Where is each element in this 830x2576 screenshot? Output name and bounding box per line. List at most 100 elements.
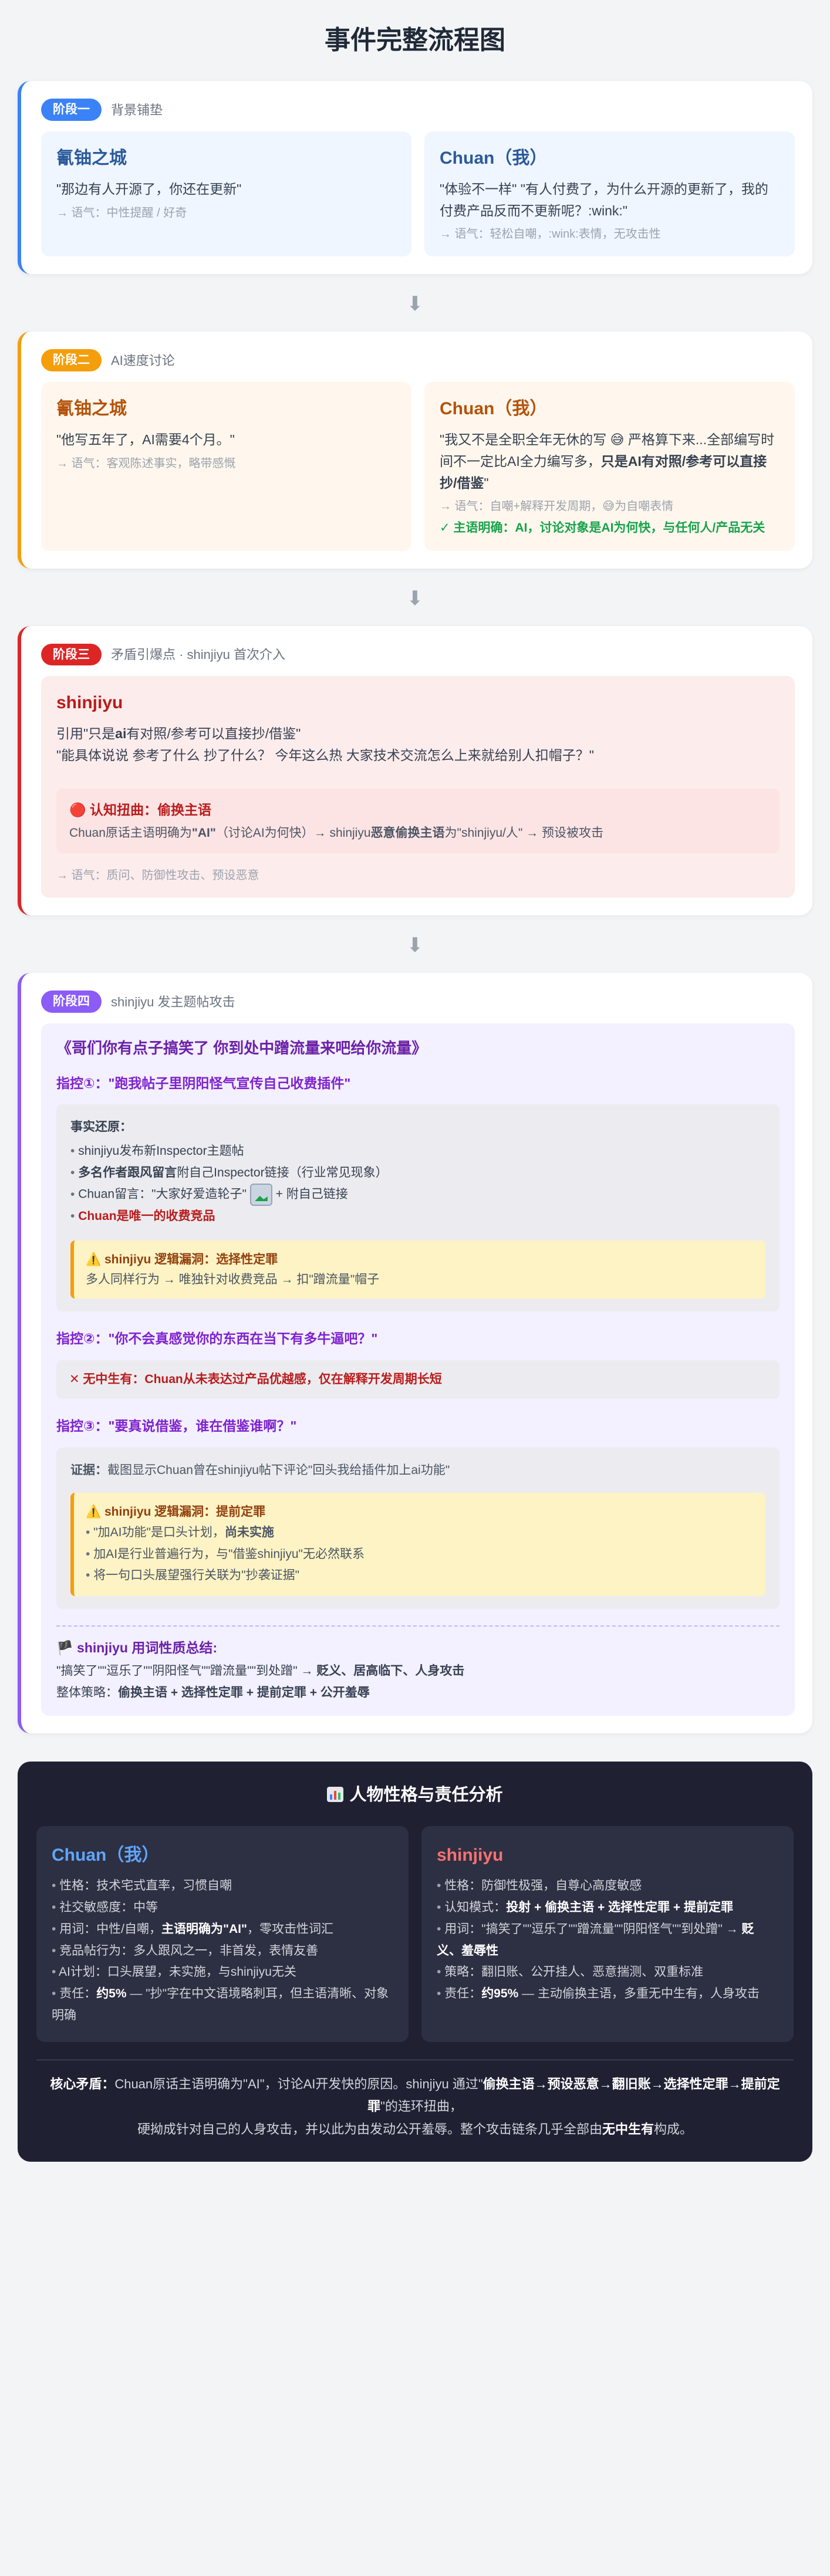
trait-text: 责任： [59, 1987, 97, 2001]
summary-text: 整体策略： [56, 1686, 118, 1700]
trait-text: 用词：中性/自嘲， [59, 1922, 162, 1936]
facts-box: 事实还原： shinjiyu发布新Inspector主题帖 多名作者跟风留言附自… [56, 1104, 780, 1312]
shinjiyu-trait-list: 性格：防御性极强，自尊心高度敏感认知模式：投射 + 偷换主语 + 选择性定罪 +… [437, 1875, 778, 2005]
trait-text: 竞品帖行为：多人跟风之一，非首发，表情友善 [59, 1943, 319, 1958]
image-icon [249, 1184, 272, 1206]
core-text: 硬拗成针对自己的人身攻击，并以此为由发动公开羞辱。整个攻击链条几乎全部由 [137, 2121, 602, 2136]
trait-item: 责任：约95% — 主动偷换主语，多重无中生有，人身攻击 [437, 1983, 778, 2005]
warning-title: 🔴 认知扭曲：偷换主语 [69, 802, 212, 818]
fact-text: 附自己Inspector链接（行业常见现象） [177, 1165, 388, 1179]
core-conflict: 核心矛盾：Chuan原话主语明确为"AI"，讨论AI开发快的原因。shinjiy… [36, 2073, 794, 2141]
core-text: 构成。 [654, 2121, 693, 2136]
fact-item: Chuan是唯一的收费竞品 [70, 1206, 765, 1228]
trait-text: 社交敏感度：中等 [59, 1901, 158, 1915]
fabrication-box: ✕ 无中生有：Chuan从未表达过产品优越感，仅在解释开发周期长短 [56, 1360, 780, 1399]
tone-note: → 语气：自嘲+解释开发周期，😅为自嘲表情 [440, 500, 674, 513]
logic-flaw-text: 多人同样行为 → 唯独针对收费竞品 → 扣"蹭流量"帽子 [86, 1272, 380, 1286]
speaker-quote: 引用"只是ai有对照/参考可以直接抄/借鉴" [56, 723, 780, 745]
trait-item: AI计划：口头展望，未实施，与shinjiyu无关 [52, 1962, 393, 1983]
stage-2-badge: 阶段二 [41, 349, 102, 371]
stage-4-panel: 阶段四 shinjiyu 发主题帖攻击 《哥们你有点子搞笑了 你到处中蹭流量来吧… [18, 973, 812, 1733]
stage-2-subtitle: AI速度讨论 [111, 353, 175, 368]
quote-emphasis: ai [115, 726, 127, 742]
trait-text: 认知模式： [444, 1901, 507, 1915]
post-title: 《哥们你有点子搞笑了 你到处中蹭流量来吧给你流量》 [56, 1039, 427, 1057]
speaker-quote: "能具体说说 参考了什么 抄了什么？ 今年这么热 大家技术交流怎么上来就给别人扣… [56, 748, 594, 763]
trait-text: — 主动偷换主语，多重无中生有，人身攻击 [518, 1987, 760, 2001]
down-arrow-icon: ⬇ [406, 934, 424, 957]
warning-part: 为"shinjiyu/人" → 预设被攻击 [444, 826, 603, 840]
accusation-2: 指控②："你不会真感觉你的东西在当下有多牛逼吧？" [56, 1331, 378, 1347]
trait-item: 竞品帖行为：多人跟风之一，非首发，表情友善 [52, 1941, 393, 1962]
fact-item: Chuan留言："大家好爱造轮子" + 附自己链接 [70, 1184, 765, 1206]
trait-item: 用词：中性/自嘲，主语明确为"AI"，零攻击性词汇 [52, 1919, 393, 1941]
trait-emphasis: 约5% [96, 1987, 127, 2001]
trait-item: 性格：技术宅式直率，习惯自嘲 [52, 1875, 393, 1897]
speaker-name: 氰铀之城 [56, 148, 127, 168]
fact-emphasis: 多名作者跟风留言 [78, 1165, 177, 1179]
accusation-1: 指控①："跑我帖子里阴阳怪气宣传自己收费插件" [56, 1075, 351, 1091]
stage-4-badge: 阶段四 [41, 990, 102, 1013]
tone-note: → 语气：中性提醒 / 好奇 [56, 206, 187, 219]
stage-3-badge: 阶段三 [41, 643, 102, 666]
trait-emphasis: 投射 + 偷换主语 + 选择性定罪 + 提前定罪 [506, 1901, 733, 1915]
trait-emphasis: 主语明确为"AI" [161, 1922, 247, 1936]
flaw-item: "加AI功能"是口头计划，尚未实施 [86, 1522, 754, 1544]
warning-part: （讨论AI为何快）→ shinjiyu [215, 826, 371, 840]
analysis-title: 人物性格与责任分析 [36, 1781, 794, 1808]
core-text: ，讨论AI开发快的原因。shinjiyu 通过" [264, 2076, 483, 2091]
evidence-text: 证据：截图显示Chuan曾在shinjiyu帖下评论"回头我给插件加上ai功能" [70, 1461, 765, 1480]
facts-title: 事实还原： [70, 1120, 132, 1134]
trait-text: 用词："搞笑了""逗乐了""蹭流量""阴阳怪气""到处蹭" → [444, 1922, 742, 1936]
flaw-text: "加AI功能"是口头计划， [93, 1525, 225, 1539]
stage-1-badge: 阶段一 [41, 99, 102, 121]
core-emphasis: 无中生有 [602, 2121, 654, 2136]
wording-summary-title: 🏴 shinjiyu 用词性质总结: [56, 1640, 217, 1655]
logic-flaw-title: ⚠️ shinjiyu 逻辑漏洞：提前定罪 [86, 1505, 266, 1519]
trait-item: 策略：翻旧账、公开挂人、恶意揣测、双重标准 [437, 1962, 778, 1983]
down-arrow-icon: ⬇ [406, 587, 424, 610]
analysis-name: Chuan（我） [52, 1845, 160, 1865]
fact-text: Chuan留言："大家好爱造轮子" [78, 1187, 247, 1201]
fact-item: shinjiyu发布新Inspector主题帖 [70, 1141, 765, 1162]
tone-note: → 语气：轻松自嘲，:wink:表情，无攻击性 [440, 228, 661, 241]
distortion-warning: 🔴 认知扭曲：偷换主语 Chuan原话主语明确为"AI"（讨论AI为何快）→ s… [56, 789, 780, 854]
tone-note: → 语气：质问、防御性攻击、预设恶意 [56, 869, 259, 883]
analysis-panel: 人物性格与责任分析 Chuan（我） 性格：技术宅式直率，习惯自嘲社交敏感度：中… [18, 1761, 812, 2162]
down-arrow-icon: ⬇ [406, 293, 424, 316]
stage-1-header: 阶段一 背景铺垫 [41, 99, 795, 121]
stage-1-left-card: 氰铀之城 "那边有人开源了，你还在更新" → 语气：中性提醒 / 好奇 [41, 131, 411, 257]
analysis-title-text: 人物性格与责任分析 [349, 1785, 503, 1804]
warning-part: Chuan原话主语明确为 [69, 826, 192, 840]
chuan-trait-list: 性格：技术宅式直率，习惯自嘲社交敏感度：中等用词：中性/自嘲，主语明确为"AI"… [52, 1875, 393, 2026]
warning-emphasis: 恶意偷换主语 [370, 826, 445, 840]
trait-item: 社交敏感度：中等 [52, 1897, 393, 1919]
speaker-quote: "体验不一样" "有人付费了，为什么开源的更新了，我的付费产品反而不更新呢？:w… [440, 181, 768, 218]
trait-item: 认知模式：投射 + 偷换主语 + 选择性定罪 + 提前定罪 [437, 1897, 778, 1919]
stage-1-right-card: Chuan（我） "体验不一样" "有人付费了，为什么开源的更新了，我的付费产品… [424, 131, 795, 257]
chuan-analysis-card: Chuan（我） 性格：技术宅式直率，习惯自嘲社交敏感度：中等用词：中性/自嘲，… [36, 1826, 409, 2042]
speaker-quote: "那边有人开源了，你还在更新" [56, 181, 242, 197]
trait-item: 用词："搞笑了""逗乐了""蹭流量""阴阳怪气""到处蹭" → 贬义、羞辱性 [437, 1919, 778, 1962]
speaker-quote: "我又不是全职全年无休的写 😅 严格算下来...全部编写时间不一定比AI全力编写… [440, 429, 780, 493]
flaw-item: 加AI是行业普遍行为，与"借鉴shinjiyu"无必然联系 [86, 1544, 754, 1566]
tone-note: → 语气：客观陈述事实，略带感慨 [56, 457, 236, 470]
shinjiyu-analysis-card: shinjiyu 性格：防御性极强，自尊心高度敏感认知模式：投射 + 偷换主语 … [421, 1826, 794, 2042]
stage-3-subtitle: 矛盾引爆点 · shinjiyu 首次介入 [111, 647, 286, 662]
trait-text: ，零攻击性词汇 [247, 1922, 333, 1936]
stage-3-card: shinjiyu 引用"只是ai有对照/参考可以直接抄/借鉴" "能具体说说 参… [41, 676, 795, 898]
stage-4-subtitle: shinjiyu 发主题帖攻击 [111, 994, 235, 1009]
stage-3-panel: 阶段三 矛盾引爆点 · shinjiyu 首次介入 shinjiyu 引用"只是… [18, 626, 812, 916]
accusation-3: 指控③："要真说借鉴，谁在借鉴谁啊？" [56, 1418, 297, 1434]
fact-item: 多名作者跟风留言附自己Inspector链接（行业常见现象） [70, 1162, 765, 1184]
trait-text: 性格：防御性极强，自尊心高度敏感 [444, 1879, 642, 1893]
trait-text: 策略：翻旧账、公开挂人、恶意揣测、双重标准 [444, 1965, 704, 1979]
quote-part: " [484, 475, 489, 491]
speaker-name: Chuan（我） [440, 148, 548, 168]
bar-chart-icon [327, 1786, 344, 1802]
flaw-item: 将一句口头展望强行关联为"抄袭证据" [86, 1565, 754, 1587]
analysis-name: shinjiyu [437, 1845, 504, 1865]
core-text: Chuan原话主语明确为"AI" [114, 2076, 265, 2091]
trait-item: 责任：约5% — "抄"字在中文语境略刺耳，但主语清晰、对象明确 [52, 1983, 393, 2027]
quote-part: 有对照/参考可以直接抄/借鉴" [126, 726, 301, 742]
